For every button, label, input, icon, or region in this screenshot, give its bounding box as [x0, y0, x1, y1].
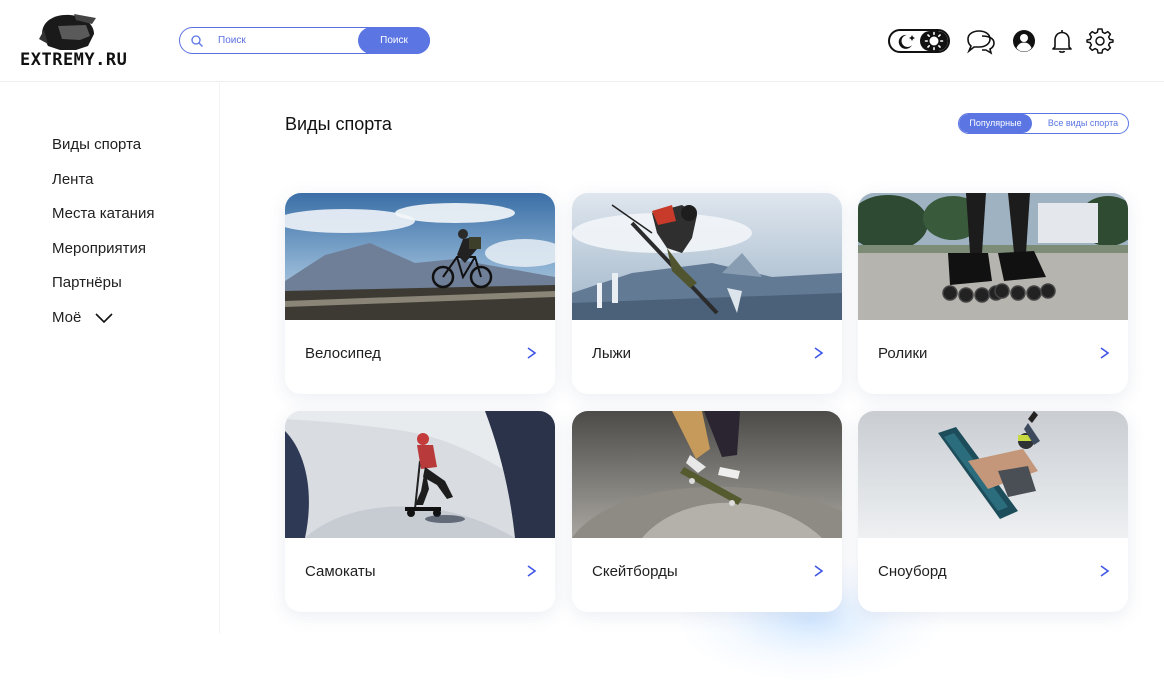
bell-icon[interactable] [1048, 27, 1076, 55]
sport-card-snowboard[interactable]: Сноуборд [858, 411, 1128, 612]
logo[interactable]: EXTREMY.RU [20, 12, 127, 70]
filter-popular-tab[interactable]: Популярные [959, 114, 1032, 133]
sidebar-item-events[interactable]: Мероприятия [52, 240, 146, 257]
sidebar: Виды спорта Лента Места катания Мероприя… [0, 83, 220, 633]
rollerblades-photo [858, 193, 1128, 320]
card-label: Самокаты [305, 563, 376, 580]
sidebar-item-partners[interactable]: Партнёры [52, 274, 122, 291]
sport-card-ski[interactable]: Лыжи [572, 193, 842, 394]
sports-filter: Популярные Все виды спорта [958, 113, 1129, 134]
sport-card-skateboard[interactable]: Скейтборды [572, 411, 842, 612]
chat-icon[interactable] [964, 27, 998, 55]
search-input[interactable] [218, 31, 348, 50]
sport-card-rollerblades[interactable]: Ролики [858, 193, 1128, 394]
arrow-right-icon [779, 565, 824, 577]
card-label: Ролики [878, 345, 928, 362]
arrow-right-icon [1065, 347, 1110, 359]
sidebar-item-feed[interactable]: Лента [52, 171, 94, 188]
arrow-right-icon [779, 347, 824, 359]
profile-icon[interactable] [1010, 27, 1038, 55]
sidebar-item-places[interactable]: Места катания [52, 205, 154, 222]
helmet-icon [39, 14, 96, 50]
sidebar-item-mine-label: Моё [52, 309, 82, 326]
moon-icon [898, 34, 915, 49]
sidebar-item-mine[interactable]: Моё [52, 309, 114, 326]
sun-icon [920, 31, 948, 51]
card-label: Лыжи [592, 345, 632, 362]
settings-gear-icon[interactable] [1086, 27, 1114, 55]
cyclist-photo [285, 193, 555, 320]
logo-text: EXTREMY.RU [20, 50, 128, 70]
search-box: Поиск [179, 27, 430, 54]
search-button[interactable]: Поиск [358, 27, 430, 54]
sport-card-scooter[interactable]: Самокаты [285, 411, 555, 612]
snowboard-photo [858, 411, 1128, 538]
sidebar-item-sports[interactable]: Виды спорта [52, 136, 141, 153]
chevron-down-icon [94, 313, 113, 324]
card-label: Сноуборд [878, 563, 947, 580]
page-title: Виды спорта [285, 114, 392, 134]
theme-toggle[interactable] [888, 29, 950, 53]
skateboard-photo [572, 411, 842, 538]
arrow-right-icon [492, 565, 537, 577]
card-label: Скейтборды [592, 563, 678, 580]
card-label: Велосипед [305, 345, 381, 362]
arrow-right-icon [1065, 565, 1110, 577]
sport-card-bicycle[interactable]: Велосипед [285, 193, 555, 394]
skier-photo [572, 193, 842, 320]
scooter-photo [285, 411, 555, 538]
header: EXTREMY.RU Поиск [0, 0, 1164, 82]
arrow-right-icon [492, 347, 537, 359]
filter-all-tab[interactable]: Все виды спорта [1037, 114, 1128, 133]
search-icon [191, 35, 203, 47]
